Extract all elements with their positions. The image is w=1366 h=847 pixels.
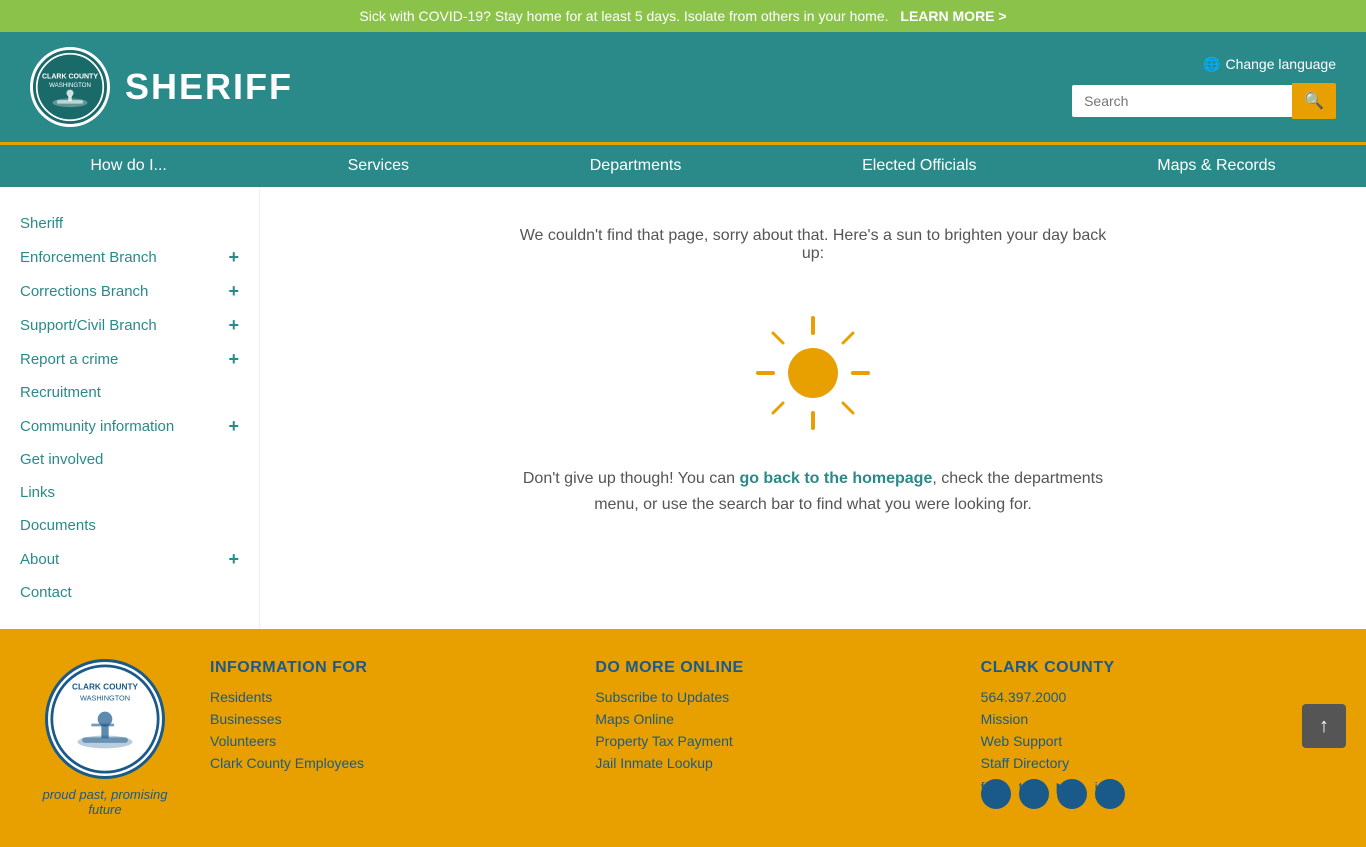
expand-support-civil[interactable]: + xyxy=(228,316,239,334)
covid-banner: Sick with COVID-19? Stay home for at lea… xyxy=(0,0,1366,32)
footer-link-property-tax[interactable]: Property Tax Payment xyxy=(595,733,940,749)
search-bar: 🔍 xyxy=(1072,83,1336,119)
sidebar-item-contact[interactable]: Contact xyxy=(0,576,259,609)
expand-report-crime[interactable]: + xyxy=(228,350,239,368)
twitter-icon[interactable]: t xyxy=(1019,779,1049,809)
logo[interactable]: CLARK COUNTY WASHINGTON xyxy=(30,47,110,127)
header-left: CLARK COUNTY WASHINGTON SHERIFF xyxy=(30,47,293,127)
footer-online-col: DO MORE ONLINE Subscribe to Updates Maps… xyxy=(595,659,940,777)
svg-text:CLARK COUNTY: CLARK COUNTY xyxy=(42,73,98,80)
redirect-part1: Don't give up though! You can xyxy=(523,470,740,487)
footer-link-jail-lookup[interactable]: Jail Inmate Lookup xyxy=(595,755,940,771)
header: CLARK COUNTY WASHINGTON SHERIFF 🌐 Change… xyxy=(0,32,1366,142)
learn-more-link[interactable]: LEARN MORE > xyxy=(900,8,1006,24)
youtube-icon[interactable]: ▶ xyxy=(1057,779,1087,809)
footer-clark-col: CLARK COUNTY 564.397.2000 Mission Web Su… xyxy=(981,659,1326,815)
sidebar: Sheriff Enforcement Branch + Corrections… xyxy=(0,187,260,629)
footer-link-businesses[interactable]: Businesses xyxy=(210,711,555,727)
footer-clark-heading: CLARK COUNTY xyxy=(981,659,1326,677)
footer-logo-circle: CLARK COUNTY WASHINGTON xyxy=(45,659,165,779)
nav-departments[interactable]: Departments xyxy=(570,145,702,187)
expand-about[interactable]: + xyxy=(228,550,239,568)
nav-elected-officials[interactable]: Elected Officials xyxy=(842,145,996,187)
homepage-link[interactable]: go back to the homepage xyxy=(739,470,932,487)
sun-graphic xyxy=(753,313,873,436)
nav-maps-records[interactable]: Maps & Records xyxy=(1137,145,1295,187)
sidebar-item-report-crime[interactable]: Report a crime + xyxy=(0,342,259,376)
language-link[interactable]: 🌐 Change language xyxy=(1203,56,1336,73)
social-icons: f t ▶ in xyxy=(981,779,1326,815)
footer-link-subscribe[interactable]: Subscribe to Updates xyxy=(595,689,940,705)
footer-link-web-support[interactable]: Web Support xyxy=(981,733,1326,749)
sidebar-item-enforcement[interactable]: Enforcement Branch + xyxy=(0,240,259,274)
footer-link-maps-online[interactable]: Maps Online xyxy=(595,711,940,727)
back-to-top-button[interactable]: ↑ xyxy=(1302,704,1346,748)
expand-community[interactable]: + xyxy=(228,417,239,435)
globe-icon: 🌐 xyxy=(1203,56,1220,73)
site-title: SHERIFF xyxy=(125,66,293,108)
main-content: We couldn't find that page, sorry about … xyxy=(260,187,1366,629)
sidebar-item-sheriff[interactable]: Sheriff xyxy=(0,207,259,240)
covid-message: Sick with COVID-19? Stay home for at lea… xyxy=(359,8,888,24)
footer: CLARK COUNTY WASHINGTON proud past, prom… xyxy=(0,629,1366,847)
expand-enforcement[interactable]: + xyxy=(228,248,239,266)
footer-online-heading: DO MORE ONLINE xyxy=(595,659,940,677)
sidebar-item-support-civil[interactable]: Support/Civil Branch + xyxy=(0,308,259,342)
svg-text:CLARK COUNTY: CLARK COUNTY xyxy=(72,683,138,692)
sidebar-item-get-involved[interactable]: Get involved xyxy=(0,443,259,476)
linkedin-icon[interactable]: in xyxy=(1095,779,1125,809)
svg-text:WASHINGTON: WASHINGTON xyxy=(80,694,130,703)
footer-phone: 564.397.2000 xyxy=(981,689,1326,705)
content-area: Sheriff Enforcement Branch + Corrections… xyxy=(0,187,1366,629)
main-nav: How do I... Services Departments Elected… xyxy=(0,142,1366,187)
logo-image: CLARK COUNTY WASHINGTON xyxy=(35,52,105,122)
footer-tagline: proud past, promising future xyxy=(40,787,170,817)
footer-logo-svg: CLARK COUNTY WASHINGTON xyxy=(50,664,160,774)
sidebar-item-about[interactable]: About + xyxy=(0,542,259,576)
nav-how-do-i[interactable]: How do I... xyxy=(70,145,186,187)
header-right: 🌐 Change language 🔍 xyxy=(1072,56,1336,119)
footer-link-mission[interactable]: Mission xyxy=(981,711,1326,727)
sidebar-item-recruitment[interactable]: Recruitment xyxy=(0,376,259,409)
footer-link-staff-directory[interactable]: Staff Directory xyxy=(981,755,1326,771)
error-message: We couldn't find that page, sorry about … xyxy=(513,227,1113,263)
search-input[interactable] xyxy=(1072,85,1292,117)
footer-link-residents[interactable]: Residents xyxy=(210,689,555,705)
footer-info-col: INFORMATION FOR Residents Businesses Vol… xyxy=(210,659,555,777)
footer-link-employees[interactable]: Clark County Employees xyxy=(210,755,555,771)
svg-text:WASHINGTON: WASHINGTON xyxy=(49,82,91,89)
sun-svg xyxy=(753,313,873,433)
sidebar-item-corrections[interactable]: Corrections Branch + xyxy=(0,274,259,308)
redirect-text: Don't give up though! You can go back to… xyxy=(513,466,1113,517)
facebook-icon[interactable]: f xyxy=(981,779,1011,809)
footer-link-volunteers[interactable]: Volunteers xyxy=(210,733,555,749)
search-button[interactable]: 🔍 xyxy=(1292,83,1336,119)
footer-logo: CLARK COUNTY WASHINGTON proud past, prom… xyxy=(40,659,170,817)
sidebar-item-documents[interactable]: Documents xyxy=(0,509,259,542)
expand-corrections[interactable]: + xyxy=(228,282,239,300)
sidebar-item-links[interactable]: Links xyxy=(0,476,259,509)
nav-services[interactable]: Services xyxy=(328,145,429,187)
footer-info-heading: INFORMATION FOR xyxy=(210,659,555,677)
sidebar-item-community[interactable]: Community information + xyxy=(0,409,259,443)
